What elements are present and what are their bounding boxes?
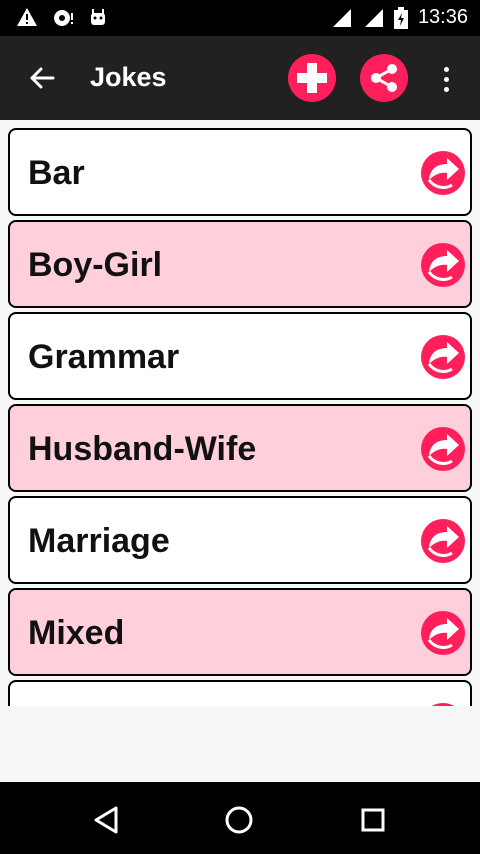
category-label: Grammar	[28, 338, 180, 376]
arrow-left-icon	[30, 67, 55, 89]
share-button[interactable]	[360, 54, 408, 102]
open-arrow-icon[interactable]	[420, 150, 466, 196]
category-item[interactable]: Marriage	[8, 496, 472, 584]
more-vert-icon-dot	[443, 86, 449, 92]
category-item[interactable]: Boy-Girl	[8, 220, 472, 308]
clock: 13:36	[417, 6, 468, 28]
category-label: Boy-Girl	[28, 246, 163, 284]
category-item[interactable]: Bar	[8, 128, 472, 216]
recents-square-icon	[361, 808, 385, 832]
nav-home-button[interactable]	[221, 802, 257, 838]
more-vert-icon-dot	[443, 76, 449, 82]
signal-icon	[364, 8, 383, 27]
system-nav-bar	[0, 782, 480, 854]
add-button[interactable]	[288, 54, 336, 102]
wifi-icon	[332, 8, 351, 27]
category-item[interactable]: Grammar	[8, 312, 472, 400]
status-bar: 13:36	[0, 0, 480, 36]
nav-back-button[interactable]	[88, 802, 124, 838]
warning-icon	[17, 8, 37, 26]
category-item[interactable]	[8, 680, 472, 706]
nav-recents-button[interactable]	[355, 802, 391, 838]
open-arrow-icon[interactable]	[420, 334, 466, 380]
category-list[interactable]: Bar Boy-Girl Grammar Husband-Wife Marriage Mi…	[0, 120, 480, 706]
category-label: Bar	[28, 154, 85, 192]
category-label: Husband-Wife	[28, 430, 257, 468]
page-title: Jokes	[90, 62, 167, 92]
category-item[interactable]: Mixed	[8, 588, 472, 676]
open-arrow-icon[interactable]	[420, 518, 466, 564]
alarm-icon	[54, 10, 73, 26]
open-arrow-icon[interactable]	[420, 242, 466, 288]
open-arrow-icon[interactable]	[420, 610, 466, 656]
category-item[interactable]: Husband-Wife	[8, 404, 472, 492]
plus-icon	[297, 63, 327, 93]
app-bar: Jokes	[0, 36, 480, 120]
android-icon	[91, 9, 105, 25]
open-arrow-icon[interactable]	[420, 426, 466, 472]
share-icon	[371, 64, 397, 92]
category-label: Marriage	[28, 522, 170, 560]
category-label: Mixed	[28, 614, 125, 652]
battery-charging-icon	[393, 6, 408, 29]
empty-area	[0, 706, 480, 782]
more-vert-icon	[443, 66, 449, 72]
back-button[interactable]	[22, 60, 62, 96]
more-options-button[interactable]	[434, 60, 458, 98]
home-circle-icon	[225, 806, 253, 834]
back-triangle-icon	[94, 806, 118, 834]
